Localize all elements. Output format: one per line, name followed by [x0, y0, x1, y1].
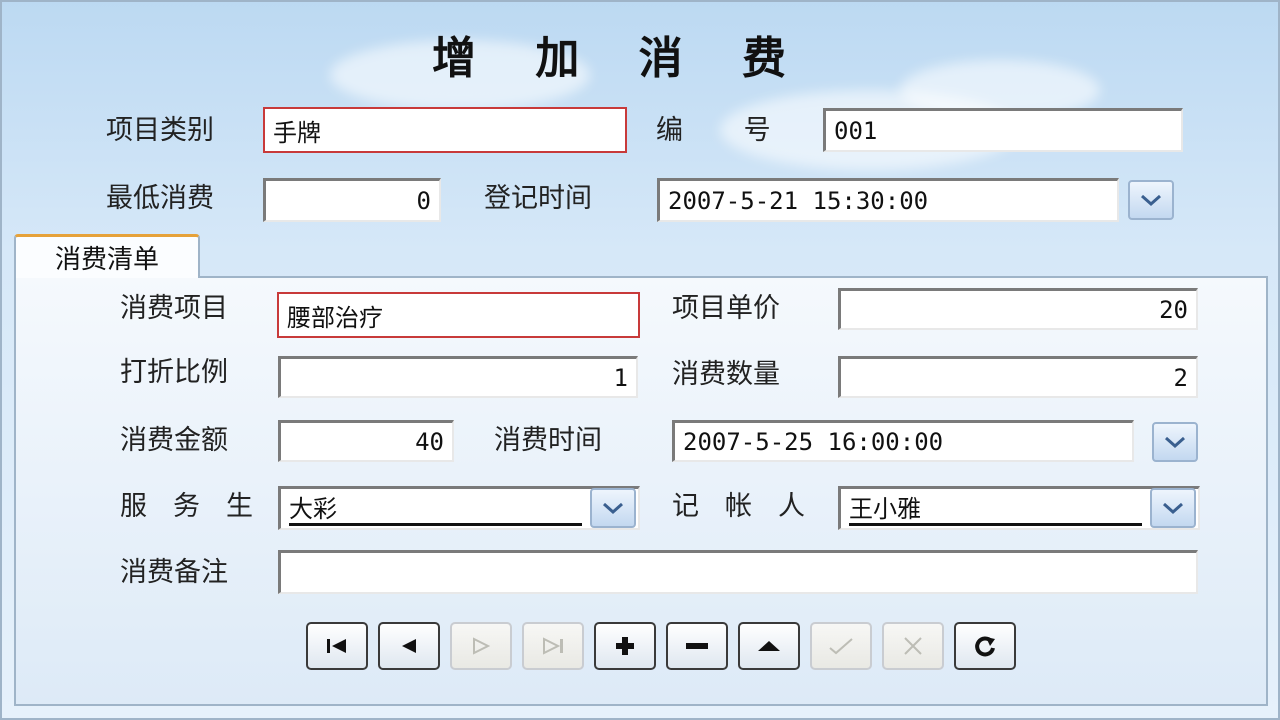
chevron-down-icon: [1165, 436, 1185, 449]
category-value: 手牌: [273, 118, 321, 147]
min-spend-value: 0: [416, 186, 431, 215]
waiter-dropdown-button[interactable]: [590, 488, 636, 528]
min-spend-field[interactable]: 0: [263, 178, 441, 222]
amount-label: 消费金额: [120, 425, 228, 456]
next-record-button[interactable]: [450, 622, 512, 670]
bookkeeper-combobox[interactable]: 王小雅: [838, 486, 1200, 530]
item-value: 腰部治疗: [287, 303, 383, 332]
tab-consumption-list[interactable]: 消费清单: [14, 234, 200, 278]
prior-record-button[interactable]: [378, 622, 440, 670]
register-time-field[interactable]: 2007-5-21 15:30:00: [657, 178, 1119, 222]
time-field[interactable]: 2007-5-25 16:00:00: [672, 420, 1134, 462]
remark-label: 消费备注: [120, 557, 228, 588]
insert-icon: [616, 637, 634, 655]
insert-record-button[interactable]: [594, 622, 656, 670]
remark-field[interactable]: [278, 550, 1198, 594]
chevron-down-icon: [1163, 502, 1183, 515]
unit-price-field[interactable]: 20: [838, 288, 1198, 330]
number-field[interactable]: 001: [823, 108, 1183, 152]
last-record-icon: [543, 637, 563, 655]
cancel-record-button[interactable]: [882, 622, 944, 670]
first-record-icon: [327, 639, 346, 653]
bookkeeper-value: 王小雅: [849, 491, 1142, 526]
next-record-icon: [473, 637, 491, 655]
form-title: 增 加 消 费: [432, 33, 808, 84]
edit-record-button[interactable]: [738, 622, 800, 670]
edit-icon: [758, 641, 780, 651]
waiter-value: 大彩: [289, 491, 582, 526]
quantity-label: 消费数量: [672, 359, 780, 390]
time-value: 2007-5-25 16:00:00: [683, 427, 944, 456]
item-label: 消费项目: [120, 293, 228, 324]
category-field[interactable]: 手牌: [263, 107, 627, 153]
chevron-down-icon: [1141, 194, 1161, 207]
unit-price-label: 项目单价: [672, 293, 780, 324]
number-value: 001: [834, 116, 878, 145]
last-record-button[interactable]: [522, 622, 584, 670]
quantity-field[interactable]: 2: [838, 356, 1198, 398]
register-time-value: 2007-5-21 15:30:00: [668, 186, 929, 215]
discount-label: 打折比例: [120, 357, 228, 388]
prior-record-icon: [402, 639, 416, 653]
post-record-button[interactable]: [810, 622, 872, 670]
delete-icon: [686, 643, 708, 649]
waiter-combobox[interactable]: 大彩: [278, 486, 640, 530]
discount-value: 1: [613, 363, 628, 392]
delete-record-button[interactable]: [666, 622, 728, 670]
cancel-icon: [904, 637, 922, 655]
chevron-down-icon: [603, 502, 623, 515]
bookkeeper-dropdown-button[interactable]: [1150, 488, 1196, 528]
number-label: 编 号: [656, 115, 797, 146]
register-time-dropdown-button[interactable]: [1128, 180, 1174, 220]
amount-field[interactable]: 40: [278, 420, 454, 462]
category-label: 项目类别: [106, 115, 214, 146]
time-dropdown-button[interactable]: [1152, 422, 1198, 462]
min-spend-label: 最低消费: [106, 183, 214, 214]
bookkeeper-label: 记帐人: [672, 491, 831, 522]
first-record-button[interactable]: [306, 622, 368, 670]
refresh-button[interactable]: [954, 622, 1016, 670]
discount-field[interactable]: 1: [278, 356, 638, 398]
time-label: 消费时间: [494, 425, 602, 456]
tab-label: 消费清单: [54, 245, 159, 275]
unit-price-value: 20: [1159, 295, 1188, 324]
register-time-label: 登记时间: [484, 183, 592, 214]
refresh-icon: [975, 636, 995, 657]
waiter-label: 服务生: [120, 491, 279, 522]
quantity-value: 2: [1173, 363, 1188, 392]
amount-value: 40: [415, 427, 444, 456]
post-icon: [829, 638, 853, 655]
item-field[interactable]: 腰部治疗: [277, 292, 640, 338]
